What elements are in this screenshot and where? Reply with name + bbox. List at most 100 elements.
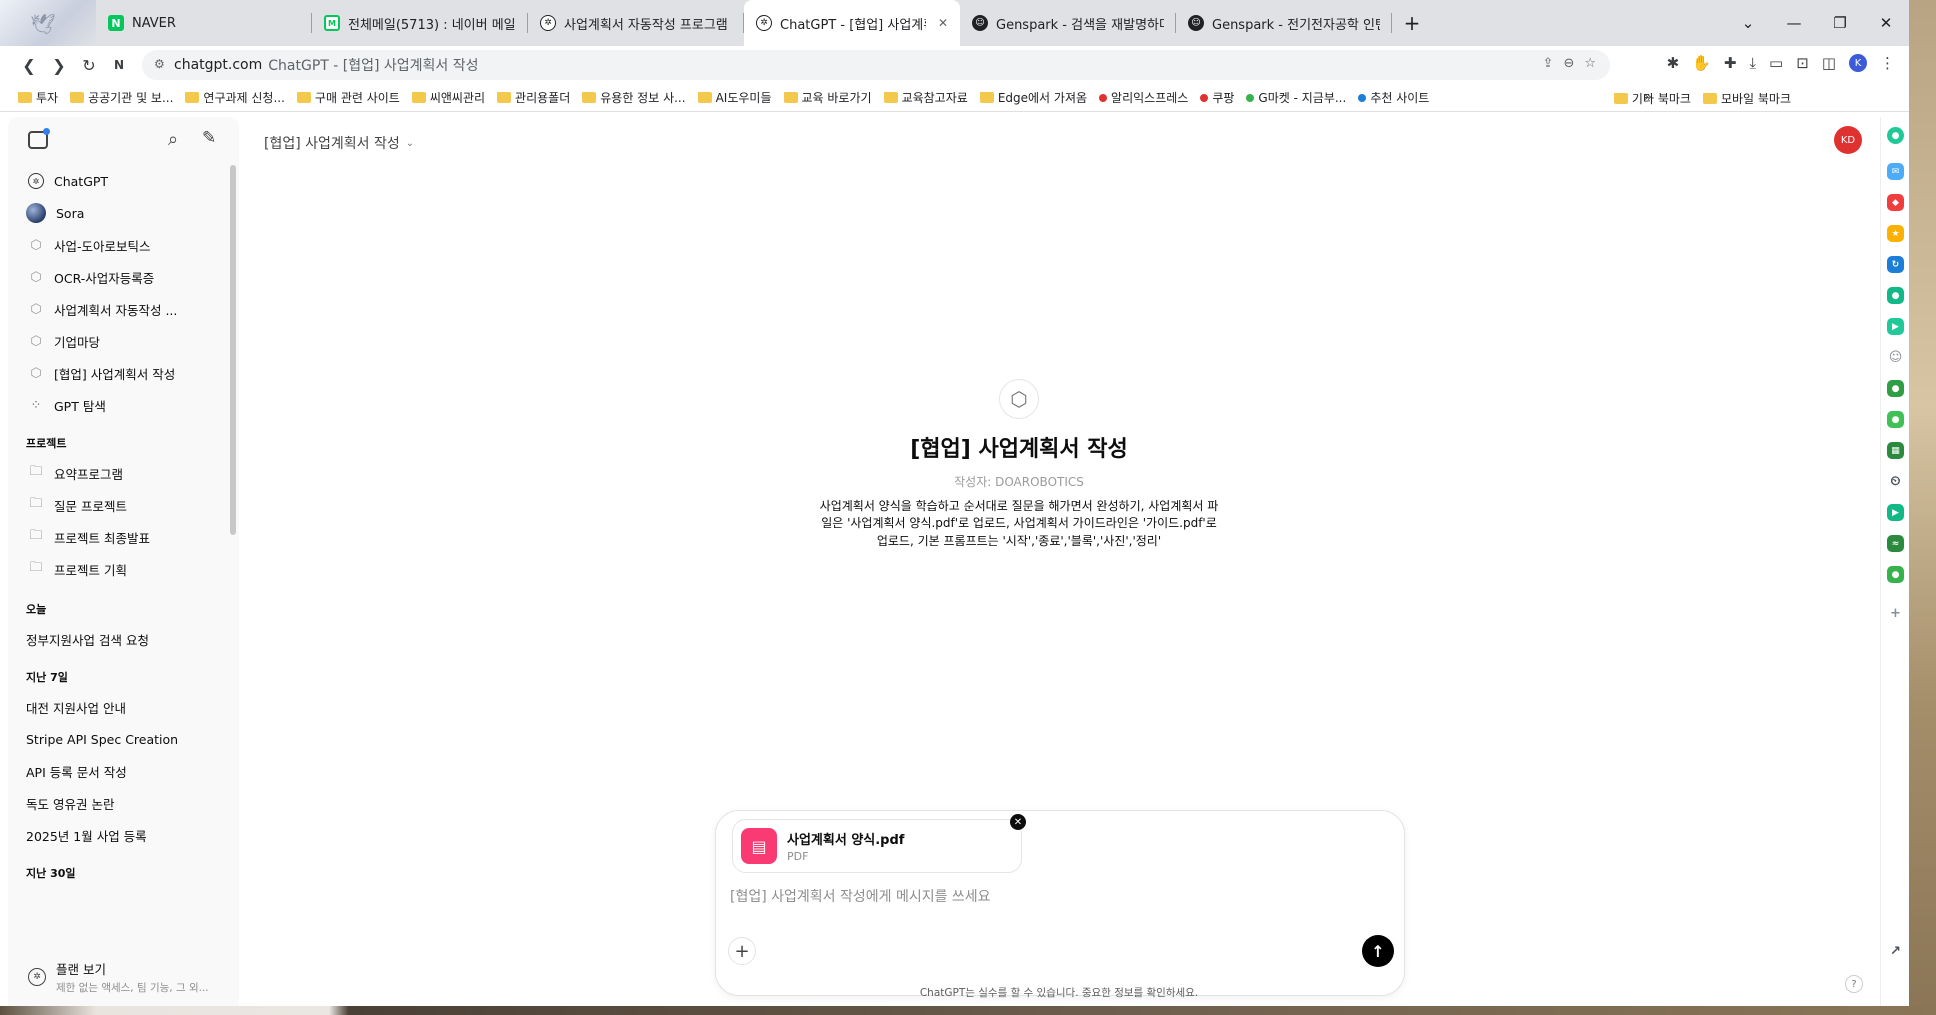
search-icon[interactable]: ⌕	[168, 129, 178, 150]
bookmark-coupang[interactable]: 쿠팡	[1200, 89, 1234, 106]
restore-button[interactable]: ❐	[1817, 14, 1863, 32]
clock-icon[interactable]: ⏲	[1887, 473, 1904, 490]
new-tab-button[interactable]: +	[1392, 0, 1432, 46]
share-icon[interactable]: ⇪	[1543, 56, 1554, 71]
tab-label: NAVER	[132, 15, 176, 31]
bookmark-folder[interactable]: 유용한 정보 사...	[582, 89, 686, 106]
reload-button[interactable]: ↻	[74, 56, 104, 75]
tab-search-chevron-icon[interactable]: ⌄	[1725, 14, 1771, 32]
attach-button[interactable]: +	[728, 937, 756, 965]
extension-hand-icon[interactable]: ✋	[1692, 54, 1711, 72]
extension-translate-icon[interactable]: ✱	[1667, 54, 1680, 72]
copilot-icon[interactable]: ●	[1887, 127, 1904, 144]
send-button[interactable]: ↑	[1362, 935, 1394, 967]
external-link-icon[interactable]: ↗	[1887, 943, 1904, 960]
sidebar-item-label: 기업마당	[54, 334, 101, 350]
new-chat-icon[interactable]: ✎	[202, 128, 216, 148]
forward-button[interactable]: ❯	[44, 56, 74, 75]
tab-genspark-1[interactable]: ☺ Genspark - 검색을 재발명하다	[960, 0, 1176, 46]
remove-file-icon[interactable]: ✕	[1010, 814, 1026, 830]
translate-icon[interactable]: ↻	[1887, 256, 1904, 273]
minimize-button[interactable]: —	[1771, 14, 1817, 32]
tab-chatgpt-active[interactable]: ✲ ChatGPT - [협업] 사업계획서 ✕	[744, 0, 960, 46]
mobile-bookmarks[interactable]: 모바일 북마크	[1702, 90, 1791, 107]
address-page-title: ChatGPT - [협업] 사업계획서 작성	[268, 58, 479, 74]
zoom-icon[interactable]: ⊖	[1563, 56, 1574, 71]
video-icon[interactable]: ▭	[1769, 54, 1783, 72]
close-window-button[interactable]: ✕	[1863, 14, 1909, 32]
project-item[interactable]: 🗀 질문 프로젝트	[8, 489, 228, 521]
extensions-puzzle-icon[interactable]: ✚	[1724, 54, 1737, 72]
address-bar[interactable]: ⚙ chatgpt.com ChatGPT - [협업] 사업계획서 작성 ⇪ …	[142, 50, 1610, 80]
bookmark-folder[interactable]: Edge에서 가져옴	[979, 89, 1087, 106]
chat-history-item[interactable]: 독도 영유권 논란	[8, 787, 228, 819]
profile-avatar[interactable]: K	[1849, 54, 1867, 72]
tab-business-plan-program[interactable]: ✲ 사업계획서 자동작성 프로그램	[528, 0, 744, 46]
sidebar-item-gpt[interactable]: ⬡ OCR-사업자등록증	[8, 261, 228, 293]
naver-app-icon[interactable]: ●	[1887, 287, 1904, 304]
bookmark-folder[interactable]: 투자	[18, 89, 58, 106]
project-item[interactable]: 🗀 요약프로그램	[8, 457, 228, 489]
sidebar-item-sora[interactable]: Sora	[8, 197, 228, 229]
bookmark-folder[interactable]: 공공기관 및 보...	[70, 89, 173, 106]
genspark-icon: ☺	[972, 15, 988, 31]
sidebar-item-gpt[interactable]: ⬡ 사업-도아로보틱스	[8, 229, 228, 261]
gpt-selector-button[interactable]: [협업] 사업계획서 작성 ⌄	[264, 133, 414, 153]
bookmark-gmarket[interactable]: G마켓 - 지금부...	[1246, 89, 1346, 106]
pocket-icon[interactable]: ◆	[1887, 194, 1904, 211]
media-icon[interactable]: ▶	[1887, 318, 1904, 335]
message-input[interactable]	[730, 889, 1370, 905]
chat-history-item[interactable]: 대전 지원사업 안내	[8, 691, 228, 723]
sidebar-item-gpt[interactable]: ⬡ 기업마당	[8, 325, 228, 357]
split-view-icon[interactable]: ◫	[1822, 54, 1836, 72]
download-icon[interactable]: ⤓	[1749, 54, 1756, 72]
bot-icon[interactable]: ☺	[1887, 349, 1904, 366]
close-tab-icon[interactable]: ✕	[938, 16, 948, 30]
help-button[interactable]: ?	[1845, 975, 1863, 993]
naver-shortcut-icon[interactable]: N	[104, 58, 134, 72]
stock-icon[interactable]: ≈	[1887, 535, 1904, 552]
bookmark-folder[interactable]: 교육 바로가기	[783, 89, 872, 106]
play-icon[interactable]: ▶	[1887, 504, 1904, 521]
back-button[interactable]: ❮	[14, 56, 44, 75]
whale-icon[interactable]: ●	[1887, 411, 1904, 428]
attached-file-card[interactable]: ▤ 사업계획서 양식.pdf PDF	[732, 819, 1022, 873]
bookmark-folder[interactable]: 씨앤씨관리	[411, 89, 485, 106]
chat-history-item[interactable]: 정부지원사업 검색 요청	[8, 623, 228, 655]
bookmark-star-icon[interactable]: ☆	[1584, 56, 1596, 71]
chat-history-item[interactable]: API 등록 문서 작성	[8, 755, 228, 787]
bookmark-folder[interactable]: 구매 관련 사이트	[296, 89, 400, 106]
calendar-icon[interactable]: ▦	[1887, 442, 1904, 459]
store-icon[interactable]: ●	[1887, 566, 1904, 583]
menu-dots-icon[interactable]: ⋮	[1880, 54, 1895, 72]
sidebar-item-chatgpt[interactable]: ✲ ChatGPT	[8, 165, 228, 197]
chat-history-item[interactable]: 2025년 1월 사업 등록	[8, 819, 228, 851]
bookmark-aliexpress[interactable]: 알리익스프레스	[1099, 89, 1188, 106]
tab-genspark-2[interactable]: ☺ Genspark - 전기전자공학 인텐	[1176, 0, 1392, 46]
sidebar-item-gpt[interactable]: ⬡ [협업] 사업계획서 작성	[8, 357, 228, 389]
tab-naver-mail[interactable]: M 전체메일(5713) : 네이버 메일	[312, 0, 528, 46]
add-icon[interactable]: +	[1887, 605, 1904, 622]
sidebar-item-explore-gpts[interactable]: ⁘ GPT 탐색	[8, 389, 228, 421]
project-item[interactable]: 🗀 프로젝트 기획	[8, 553, 228, 585]
bookmark-folder[interactable]: 연구과제 신청...	[185, 89, 285, 106]
site-info-icon[interactable]: ⚙	[154, 57, 165, 71]
project-label: 프로젝트 기획	[54, 562, 127, 578]
project-item[interactable]: 🗀 프로젝트 최종발표	[8, 521, 228, 553]
sidebar-item-gpt[interactable]: ⬡ 사업계획서 자동작성 ...	[8, 293, 228, 325]
upgrade-plan-button[interactable]: ✲ 플랜 보기 제한 없는 액세스, 팀 기능, 그 외...	[18, 955, 228, 999]
bookmark-folder[interactable]: AI도우미들	[697, 89, 772, 106]
tab-naver[interactable]: N NAVER	[96, 0, 312, 46]
sidebar-scrollbar[interactable]	[230, 165, 236, 535]
bookmark-recommended[interactable]: 추천 사이트	[1358, 89, 1429, 106]
user-avatar[interactable]: KD	[1834, 126, 1862, 154]
screenshot-icon[interactable]: ⊡	[1796, 54, 1809, 72]
favorites-icon[interactable]: ★	[1887, 225, 1904, 242]
outlook-icon[interactable]: ✉	[1887, 163, 1904, 180]
phone-icon[interactable]: ●	[1887, 380, 1904, 397]
chat-history-item[interactable]: Stripe API Spec Creation	[8, 723, 228, 755]
bookmark-folder[interactable]: 관리용폴더	[497, 89, 570, 106]
sidebar-toggle-icon[interactable]	[28, 128, 50, 149]
other-bookmarks[interactable]: 기타 북마크	[1613, 90, 1691, 107]
bookmark-folder[interactable]: 교육참고자료	[883, 89, 968, 106]
